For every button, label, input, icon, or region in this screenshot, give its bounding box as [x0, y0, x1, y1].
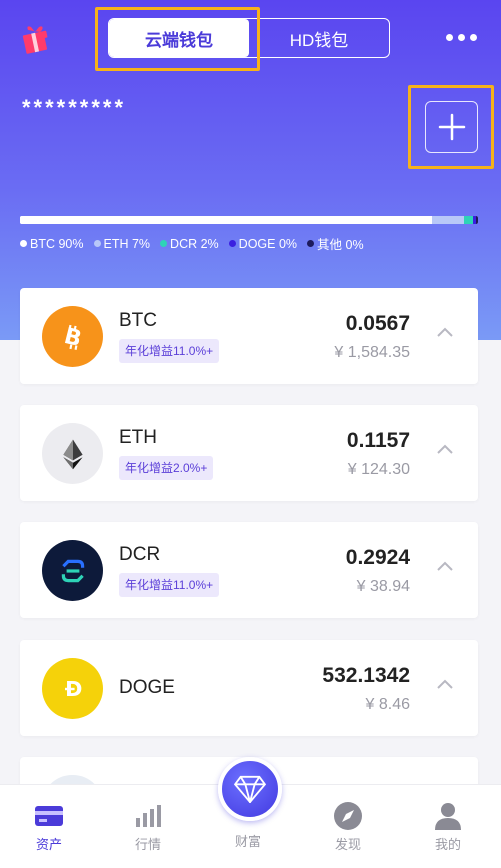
- distribution-segment: [20, 216, 433, 224]
- legend-label: ETH 7%: [103, 236, 151, 251]
- asset-fiat-value: ¥ 38.94: [356, 578, 410, 595]
- asset-card-doge[interactable]: D DOGE 532.1342 ¥ 8.46: [20, 640, 478, 736]
- distribution-segment: [464, 216, 474, 224]
- asset-amount: 532.1342: [322, 664, 410, 687]
- chevron-up-icon[interactable]: [436, 443, 454, 455]
- highlight-box-wallet-tab: [95, 7, 260, 71]
- asset-name: ETH: [119, 427, 157, 448]
- tab-hd-wallet[interactable]: HD钱包: [249, 19, 389, 57]
- distribution-segment: [432, 216, 465, 224]
- tab-wealth-label: 财富: [234, 834, 261, 849]
- legend-dot: [160, 240, 168, 247]
- asset-amount: 0.2924: [345, 546, 410, 569]
- asset-card-btc[interactable]: B BTC 年化增益11.0%+ 0.0567 ¥ 1,584.35: [20, 288, 478, 384]
- asset-fiat-value: ¥ 1,584.35: [334, 344, 410, 361]
- highlight-box-add: [408, 85, 494, 169]
- tab-assets-label: 资产: [35, 837, 62, 852]
- asset-name: BTC: [119, 310, 157, 331]
- yield-badge: 年化增益11.0%+: [119, 339, 220, 363]
- legend-dot: [20, 240, 27, 247]
- asset-card-eth[interactable]: ETH 年化增益2.0%+ 0.1157 ¥ 124.30: [20, 405, 478, 501]
- legend-item: 其他 0%: [307, 234, 364, 253]
- asset-fiat-value: ¥ 124.30: [347, 461, 410, 478]
- yield-badge: 年化增益11.0%+: [119, 573, 220, 597]
- tab-market[interactable]: 行情: [118, 801, 178, 853]
- tab-discover[interactable]: 发现: [318, 801, 378, 853]
- more-icon[interactable]: [446, 34, 480, 44]
- legend-item: ETH 7%: [93, 234, 151, 253]
- legend-label: 其他 0%: [317, 238, 364, 252]
- legend-dot: [93, 240, 101, 247]
- asset-fiat-value: ¥ 8.46: [365, 696, 410, 713]
- ethereum-icon: [42, 423, 103, 484]
- legend-dot: [307, 240, 315, 247]
- bar-chart-icon: [133, 801, 163, 831]
- legend-label: BTC 90%: [30, 236, 84, 251]
- gift-icon[interactable]: [20, 24, 50, 54]
- chevron-up-icon[interactable]: [436, 560, 454, 572]
- svg-text:B: B: [61, 322, 84, 351]
- asset-amount: 0.0567: [345, 312, 410, 335]
- balance-masked[interactable]: *********: [22, 95, 126, 121]
- asset-name: DOGE: [119, 677, 175, 698]
- tab-wealth[interactable]: 财富: [218, 831, 278, 850]
- chevron-up-icon[interactable]: [436, 678, 454, 690]
- asset-distribution-legend: BTC 90% ETH 7% DCR 2% DOGE 0% 其他 0%: [20, 234, 364, 253]
- diamond-icon: [234, 775, 266, 803]
- asset-name: DCR: [119, 544, 161, 565]
- yield-badge: 年化增益2.0%+: [119, 456, 214, 480]
- dogecoin-icon: D: [42, 658, 103, 719]
- legend-label: DCR 2%: [170, 236, 219, 251]
- tab-discover-label: 发现: [334, 837, 361, 852]
- legend-label: DOGE 0%: [238, 236, 298, 251]
- user-icon: [433, 801, 463, 831]
- compass-icon: [333, 801, 363, 831]
- chevron-up-icon[interactable]: [436, 326, 454, 338]
- distribution-segment: [475, 216, 478, 224]
- legend-item: DOGE 0%: [228, 234, 298, 253]
- legend-dot: [228, 240, 236, 247]
- asset-card-dcr[interactable]: DCR 年化增益11.0%+ 0.2924 ¥ 38.94: [20, 522, 478, 618]
- tab-assets[interactable]: 资产: [19, 801, 79, 853]
- asset-distribution-bar: [20, 216, 478, 224]
- decred-icon: [42, 540, 103, 601]
- legend-item: BTC 90%: [20, 234, 84, 253]
- asset-amount: 0.1157: [346, 429, 410, 452]
- wallet-card-icon: [34, 801, 64, 831]
- bitcoin-icon: B: [42, 306, 103, 367]
- legend-item: DCR 2%: [160, 234, 219, 253]
- tab-profile-label: 我的: [434, 837, 461, 852]
- tab-market-label: 行情: [134, 837, 161, 852]
- tab-profile[interactable]: 我的: [418, 801, 478, 853]
- wealth-diamond-button[interactable]: [218, 757, 282, 821]
